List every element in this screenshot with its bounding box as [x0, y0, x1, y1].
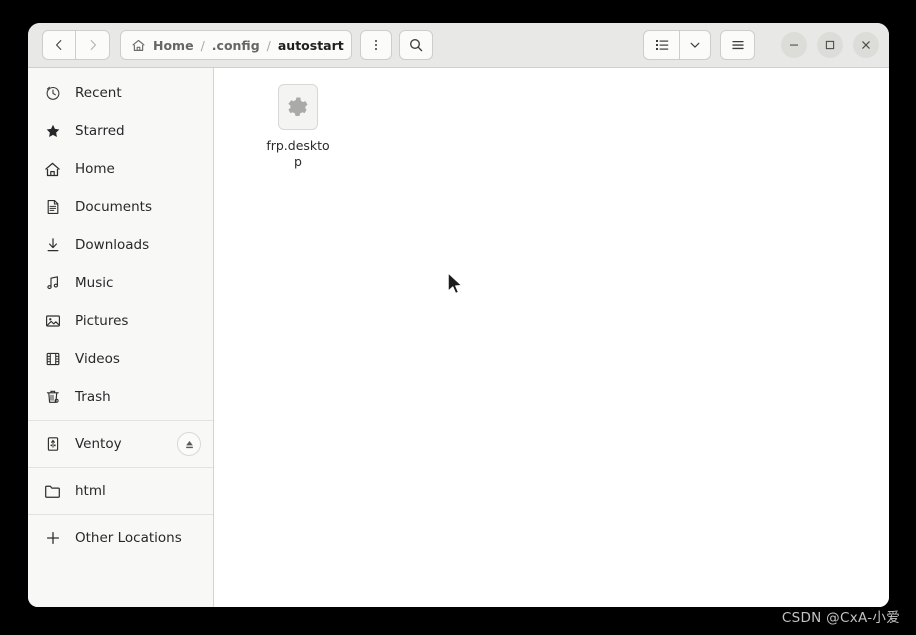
chevron-down-icon	[690, 42, 700, 48]
sidebar-item-trash[interactable]: Trash	[28, 378, 213, 416]
home-icon	[131, 38, 146, 53]
document-icon	[44, 199, 61, 216]
breadcrumb-item-config[interactable]: .config	[212, 38, 260, 53]
sidebar-separator	[28, 467, 213, 468]
breadcrumb-item-home[interactable]: Home	[153, 38, 194, 53]
header-bar: Home / .config / autostart	[28, 23, 889, 68]
file-item-frp-desktop[interactable]: frp.desktop	[252, 84, 344, 170]
sidebar-item-label: Starred	[75, 123, 125, 139]
sidebar-item-html[interactable]: html	[28, 472, 213, 510]
kebab-menu-icon	[374, 39, 378, 51]
minimize-button[interactable]	[781, 32, 807, 58]
maximize-icon	[825, 40, 835, 50]
video-icon	[44, 351, 61, 368]
breadcrumb-item-autostart[interactable]: autostart	[278, 38, 344, 53]
folder-icon	[44, 483, 61, 500]
list-view-icon	[655, 40, 668, 50]
chevron-right-icon	[90, 40, 96, 50]
path-bar[interactable]: Home / .config / autostart	[120, 30, 352, 60]
main-menu-button[interactable]	[720, 30, 755, 60]
view-options-dropdown-button[interactable]	[680, 30, 711, 60]
music-icon	[44, 275, 61, 292]
list-view-button[interactable]	[643, 30, 680, 60]
sidebar-item-label: Downloads	[75, 237, 150, 253]
sidebar-item-label: Trash	[75, 389, 111, 405]
sidebar-item-home[interactable]: Home	[28, 150, 213, 188]
forward-button[interactable]	[76, 30, 110, 60]
star-icon	[44, 123, 61, 140]
home-icon	[44, 161, 61, 178]
clock-icon	[44, 85, 61, 102]
maximize-button[interactable]	[817, 32, 843, 58]
sidebar-item-documents[interactable]: Documents	[28, 188, 213, 226]
search-icon	[410, 39, 423, 52]
sidebar-item-label: Recent	[75, 85, 122, 101]
sidebar-item-label: html	[75, 483, 106, 499]
sidebar-item-label: Pictures	[75, 313, 129, 329]
navigation-button-group	[42, 30, 110, 60]
chevron-left-icon	[55, 40, 62, 50]
sidebar: Recent Starred Home Documents Downloads …	[28, 68, 214, 607]
eject-button[interactable]	[177, 432, 201, 456]
close-icon	[862, 41, 870, 49]
sidebar-item-label: Videos	[75, 351, 120, 367]
sidebar-item-label: Music	[75, 275, 114, 291]
sidebar-item-ventoy[interactable]: Ventoy	[28, 425, 213, 463]
file-grid[interactable]: frp.desktop	[214, 68, 889, 607]
back-button[interactable]	[42, 30, 76, 60]
download-icon	[44, 237, 61, 254]
sidebar-item-pictures[interactable]: Pictures	[28, 302, 213, 340]
watermark-text: CSDN @CxA-小爱	[781, 610, 900, 626]
minimize-icon	[790, 44, 798, 46]
search-button[interactable]	[399, 30, 433, 60]
sidebar-separator	[28, 514, 213, 515]
gear-icon	[278, 84, 318, 130]
view-mode-group	[643, 30, 711, 60]
window-controls	[771, 32, 879, 58]
window-body: Recent Starred Home Documents Downloads …	[28, 68, 889, 607]
picture-icon	[44, 313, 61, 330]
eject-icon	[185, 440, 193, 448]
trash-icon	[44, 389, 61, 406]
sidebar-item-label: Other Locations	[75, 530, 182, 546]
file-name-label: frp.desktop	[266, 138, 330, 169]
hamburger-menu-icon	[731, 41, 744, 50]
sidebar-item-label: Home	[75, 161, 115, 177]
breadcrumb-separator: /	[266, 37, 271, 53]
close-button[interactable]	[853, 32, 879, 58]
sidebar-item-videos[interactable]: Videos	[28, 340, 213, 378]
plus-icon	[44, 530, 61, 547]
file-manager-window: Home / .config / autostart Recent Starre…	[28, 23, 889, 607]
usb-drive-icon	[44, 436, 61, 453]
path-options-button[interactable]	[360, 30, 392, 60]
sidebar-item-starred[interactable]: Starred	[28, 112, 213, 150]
sidebar-item-music[interactable]: Music	[28, 264, 213, 302]
sidebar-separator	[28, 420, 213, 421]
breadcrumb-separator: /	[200, 37, 205, 53]
sidebar-item-other-locations[interactable]: Other Locations	[28, 519, 213, 557]
sidebar-item-label: Ventoy	[75, 436, 122, 452]
sidebar-item-label: Documents	[75, 199, 152, 215]
sidebar-item-recent[interactable]: Recent	[28, 74, 213, 112]
sidebar-item-downloads[interactable]: Downloads	[28, 226, 213, 264]
